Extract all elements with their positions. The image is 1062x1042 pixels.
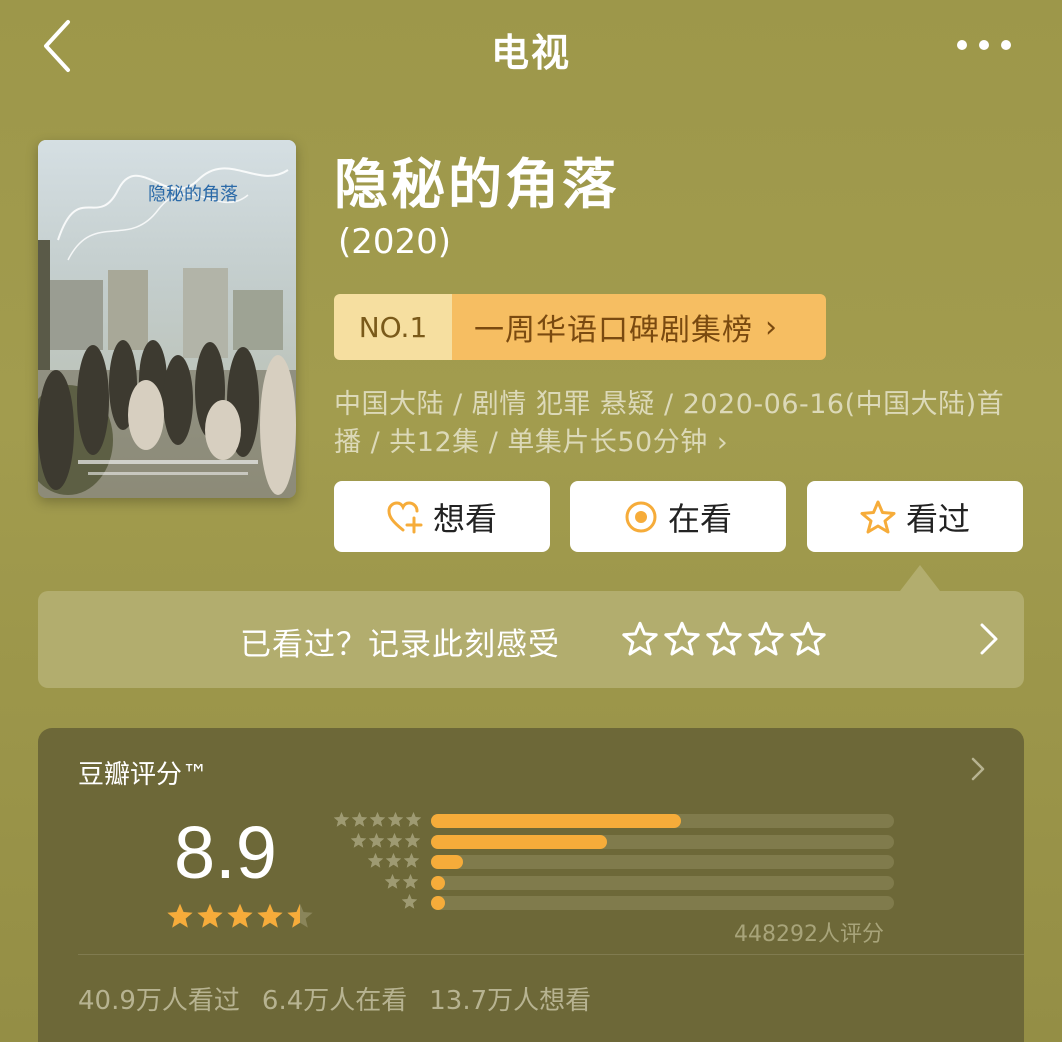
watching-button[interactable]: 在看 [570,481,786,552]
distribution-stars [333,811,422,828]
chevron-right-icon [970,756,986,786]
distribution-bar [431,855,464,869]
rating-stars-input[interactable] [622,621,826,657]
target-icon [624,500,658,534]
record-feeling-panel[interactable]: 已看过？记录此刻感受 [38,591,1024,688]
star-icon [405,812,422,827]
star-outline-icon[interactable] [790,621,826,657]
more-button[interactable] [954,30,1014,60]
star-outline-icon[interactable] [622,621,658,657]
distribution-bar [431,896,445,910]
star-outline-icon [860,500,896,534]
star-icon [257,903,283,928]
want-label: 想看 [432,499,497,538]
distribution-track [431,896,894,910]
distribution-row [328,893,928,910]
distribution-stars [367,852,420,869]
distribution-row [328,832,928,849]
star-icon [386,832,403,848]
star-outline-icon[interactable] [748,621,784,657]
show-meta[interactable]: 中国大陆 / 剧情 犯罪 悬疑 / 2020-06-16(中国大陆)首 播 / … [334,386,1034,462]
star-icon [385,853,402,868]
distribution-track [431,834,894,849]
star-icon [402,873,419,889]
score-value: 8.9 [174,811,277,894]
chevron-right-icon: › [765,309,778,345]
meta-line-2-wrap: 播 / 共12集 / 单集片长50分钟 › [334,424,1034,462]
star-icon [401,894,418,909]
rating-count: 448292人评分 [734,922,884,947]
distribution-bar [431,834,607,849]
distribution-stars [350,832,421,849]
watched-count: 40.9万人看过 [78,986,240,1016]
page-title: 电视 [490,31,571,75]
star-icon [387,812,404,827]
poster-image[interactable]: 隐秘的角落 [38,140,296,498]
divider [78,954,1024,955]
audience-stats: 40.9万人看过 6.4万人在看 13.7万人想看 [78,980,591,1017]
score-title: 豆瓣评分™ [78,760,209,790]
star-icon [368,832,385,848]
more-dots-icon [957,40,1011,50]
distribution-bar [431,814,682,828]
douban-score-panel[interactable]: 豆瓣评分™ 8.9 448292人评分 40.9万人看过 6.4万人在看 13.… [38,728,1024,1042]
distribution-stars [401,893,418,910]
star-icon [367,853,384,868]
distribution-row [328,852,928,869]
popover-pointer [900,565,940,591]
star-icon [197,903,223,928]
poster-artwork: 隐秘的角落 [38,140,296,498]
star-outline-icon[interactable] [664,621,700,657]
chevron-right-icon: › [707,427,729,458]
heart-plus-icon [387,500,423,534]
star-icon [350,832,367,848]
distribution-track [431,875,894,890]
meta-line-2: 播 / 共12集 / 单集片长50分钟 [334,427,708,458]
show-title: 隐秘的角落 [334,153,619,216]
want-count: 13.7万人想看 [429,986,592,1016]
distribution-row [328,811,928,828]
watched-button[interactable]: 看过 [807,481,1023,552]
star-icon [369,812,386,827]
star-icon [333,812,350,827]
score-stars [166,902,314,930]
rank-label-container: 一周华语口碑剧集榜 › [452,294,826,360]
distribution-stars [384,873,419,890]
distribution-track [431,855,894,869]
top-bar: 电视 [0,0,1062,92]
poster-title-text: 隐秘的角落 [148,184,238,205]
star-icon [167,903,193,928]
watched-label: 看过 [905,499,970,538]
star-icon [384,873,401,889]
show-year: (2020) [338,222,452,262]
watching-label: 在看 [667,499,732,538]
star-outline-icon[interactable] [706,621,742,657]
star-icon [227,903,253,928]
distribution-row [328,873,928,890]
rank-badge[interactable]: NO.1 一周华语口碑剧集榜 › [334,294,826,360]
star-icon [404,832,421,848]
meta-line-1: 中国大陆 / 剧情 犯罪 悬疑 / 2020-06-16(中国大陆)首 [334,389,1005,420]
distribution-track [431,814,894,828]
want-button[interactable]: 想看 [334,481,550,552]
rank-number: NO.1 [334,294,452,360]
rank-label: 一周华语口碑剧集榜 [474,313,753,348]
watching-count: 6.4万人在看 [261,986,408,1016]
star-icon [351,812,368,827]
chevron-right-icon [978,621,1000,661]
star-icon [287,903,313,928]
distribution-bar [431,875,445,890]
record-prompt: 已看过？记录此刻感受 [240,627,560,663]
star-icon [403,853,420,868]
